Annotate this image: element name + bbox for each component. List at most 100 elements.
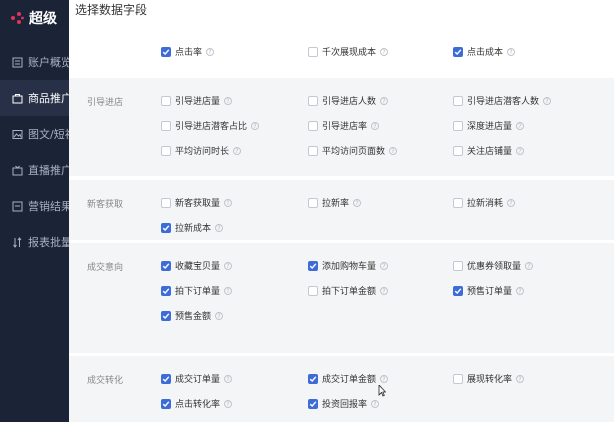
help-icon[interactable]: ? xyxy=(224,286,233,295)
help-icon[interactable]: ? xyxy=(516,146,525,155)
help-icon[interactable]: ? xyxy=(215,223,224,232)
help-icon[interactable]: ? xyxy=(543,96,552,105)
field-checkbox-23[interactable]: 预售金额? xyxy=(161,309,224,322)
field-checkbox-24[interactable]: 成交订单量? xyxy=(161,372,233,385)
sidebar-item-2[interactable]: 商品推广 xyxy=(0,80,69,116)
unchecked-box-icon[interactable] xyxy=(308,197,318,208)
report-icon xyxy=(12,201,23,211)
field-checkbox-19[interactable]: 优惠券领取量? xyxy=(453,259,534,272)
checked-box-icon[interactable] xyxy=(308,260,318,271)
sidebar-item-3[interactable]: 图文/短视 xyxy=(0,116,69,152)
help-icon[interactable]: ? xyxy=(516,286,525,295)
help-icon[interactable]: ? xyxy=(371,399,380,408)
sidebar-item-6[interactable]: 报表批量 xyxy=(0,224,69,260)
unchecked-box-icon[interactable] xyxy=(161,95,171,106)
field-label: 优惠券领取量 xyxy=(467,262,522,272)
field-checkbox-21[interactable]: 拍下订单金额? xyxy=(308,284,389,297)
field-checkbox-18[interactable]: 添加购物车量? xyxy=(308,259,389,272)
checked-box-icon[interactable] xyxy=(161,373,171,384)
sidebar-item-5[interactable]: 营销结果 xyxy=(0,188,69,224)
field-checkbox-17[interactable]: 收藏宝贝量? xyxy=(161,259,233,272)
field-checkbox-8[interactable]: 引导进店率? xyxy=(308,119,380,132)
field-checkbox-12[interactable]: 关注店铺量? xyxy=(453,144,525,157)
help-icon[interactable]: ? xyxy=(224,374,233,383)
help-icon[interactable]: ? xyxy=(516,374,525,383)
field-label: 关注店铺量 xyxy=(467,147,513,157)
unchecked-box-icon[interactable] xyxy=(308,145,318,156)
field-checkbox-13[interactable]: 新客获取量? xyxy=(161,196,233,209)
unchecked-box-icon[interactable] xyxy=(308,95,318,106)
unchecked-box-icon[interactable] xyxy=(453,145,463,156)
unchecked-box-icon[interactable] xyxy=(453,260,463,271)
field-checkbox-11[interactable]: 平均访问页面数? xyxy=(308,144,398,157)
help-icon[interactable]: ? xyxy=(380,374,389,383)
unchecked-box-icon[interactable] xyxy=(161,197,171,208)
help-icon[interactable]: ? xyxy=(516,121,525,130)
help-icon[interactable]: ? xyxy=(215,311,224,320)
help-icon[interactable]: ? xyxy=(371,121,380,130)
sidebar: 超级 账户概览商品推广图文/短视直播推广营销结果报表批量 xyxy=(0,0,69,422)
field-checkbox-28[interactable]: 投资回报率? xyxy=(308,397,380,410)
help-icon[interactable]: ? xyxy=(380,261,389,270)
help-icon[interactable]: ? xyxy=(507,47,516,56)
field-checkbox-9[interactable]: 深度进店量? xyxy=(453,119,525,132)
field-checkbox-25[interactable]: 成交订单金额? xyxy=(308,372,389,385)
help-icon[interactable]: ? xyxy=(525,261,534,270)
field-checkbox-7[interactable]: 引导进店潜客占比? xyxy=(161,119,260,132)
help-icon[interactable]: ? xyxy=(380,47,389,56)
help-icon[interactable]: ? xyxy=(224,198,233,207)
help-icon[interactable]: ? xyxy=(224,96,233,105)
unchecked-box-icon[interactable] xyxy=(453,197,463,208)
sidebar-item-label: 账户概览 xyxy=(28,56,69,69)
sidebar-item-4[interactable]: 直播推广 xyxy=(0,152,69,188)
field-checkbox-26[interactable]: 展现转化率? xyxy=(453,372,525,385)
field-label: 成交订单量 xyxy=(175,375,221,385)
field-checkbox-5[interactable]: 引导进店人数? xyxy=(308,94,389,107)
unchecked-box-icon[interactable] xyxy=(308,285,318,296)
checked-box-icon[interactable] xyxy=(161,222,171,233)
field-group-2: 新客获取 xyxy=(69,180,614,240)
field-checkbox-1[interactable]: 点击率? xyxy=(161,45,215,58)
checked-box-icon[interactable] xyxy=(161,260,171,271)
unchecked-box-icon[interactable] xyxy=(308,120,318,131)
unchecked-box-icon[interactable] xyxy=(453,120,463,131)
field-checkbox-3[interactable]: 点击成本? xyxy=(453,45,516,58)
unchecked-box-icon[interactable] xyxy=(308,46,318,57)
checked-box-icon[interactable] xyxy=(161,398,171,409)
logo[interactable]: 超级 xyxy=(0,0,69,36)
field-label: 引导进店率 xyxy=(322,122,368,132)
checked-box-icon[interactable] xyxy=(308,373,318,384)
unchecked-box-icon[interactable] xyxy=(453,373,463,384)
checked-box-icon[interactable] xyxy=(161,310,171,321)
checked-box-icon[interactable] xyxy=(453,46,463,57)
help-icon[interactable]: ? xyxy=(233,146,242,155)
field-label: 引导进店潜客占比 xyxy=(175,122,248,132)
help-icon[interactable]: ? xyxy=(353,198,362,207)
field-checkbox-15[interactable]: 拉新消耗? xyxy=(453,196,516,209)
help-icon[interactable]: ? xyxy=(507,198,516,207)
help-icon[interactable]: ? xyxy=(224,399,233,408)
help-icon[interactable]: ? xyxy=(224,261,233,270)
field-checkbox-27[interactable]: 点击转化率? xyxy=(161,397,233,410)
field-checkbox-16[interactable]: 拉新成本? xyxy=(161,221,224,234)
checked-box-icon[interactable] xyxy=(453,285,463,296)
unchecked-box-icon[interactable] xyxy=(161,120,171,131)
checked-box-icon[interactable] xyxy=(161,285,171,296)
help-icon[interactable]: ? xyxy=(380,286,389,295)
help-icon[interactable]: ? xyxy=(380,96,389,105)
checked-box-icon[interactable] xyxy=(308,398,318,409)
help-icon[interactable]: ? xyxy=(206,47,215,56)
checked-box-icon[interactable] xyxy=(161,46,171,57)
field-checkbox-6[interactable]: 引导进店潜客人数? xyxy=(453,94,552,107)
field-checkbox-22[interactable]: 预售订单量? xyxy=(453,284,525,297)
unchecked-box-icon[interactable] xyxy=(453,95,463,106)
unchecked-box-icon[interactable] xyxy=(161,145,171,156)
field-checkbox-4[interactable]: 引导进店量? xyxy=(161,94,233,107)
sidebar-item-1[interactable]: 账户概览 xyxy=(0,44,69,80)
field-checkbox-2[interactable]: 千次展现成本? xyxy=(308,45,389,58)
field-checkbox-14[interactable]: 拉新率? xyxy=(308,196,362,209)
field-checkbox-20[interactable]: 拍下订单量? xyxy=(161,284,233,297)
field-checkbox-10[interactable]: 平均访问时长? xyxy=(161,144,242,157)
help-icon[interactable]: ? xyxy=(251,121,260,130)
help-icon[interactable]: ? xyxy=(389,146,398,155)
